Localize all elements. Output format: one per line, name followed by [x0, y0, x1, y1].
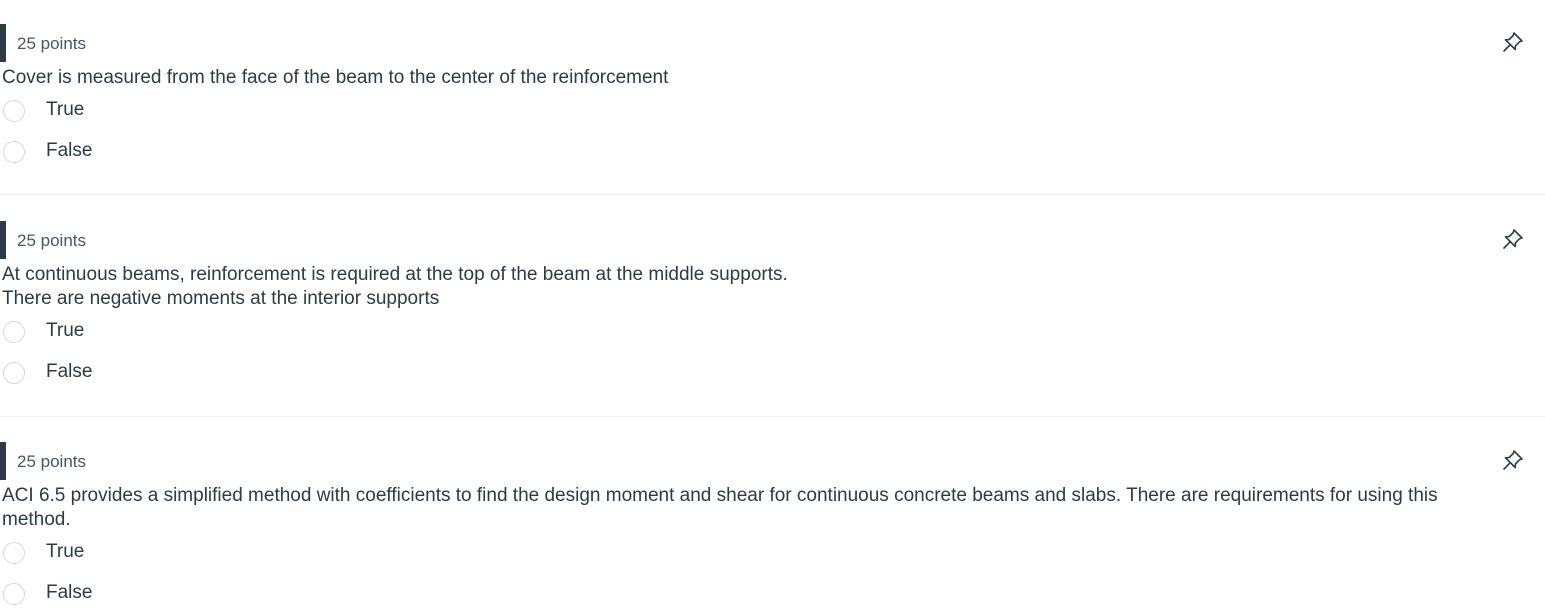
question-text: At continuous beams, reinforcement is re…	[2, 263, 1492, 311]
answer-label[interactable]: True	[46, 541, 84, 563]
answer-option-false[interactable]: False	[0, 575, 1545, 616]
answer-label[interactable]: False	[46, 361, 92, 383]
answer-list: True False	[0, 92, 1545, 174]
points-header: 25 points	[0, 221, 1545, 259]
radio-button[interactable]	[3, 583, 25, 605]
question-3: 25 points ACI 6.5 provides a simplified …	[0, 442, 1545, 616]
question-2: 25 points At continuous beams, reinforce…	[0, 221, 1545, 395]
points-label: 25 points	[17, 452, 86, 471]
question-text: ACI 6.5 provides a simplified method wit…	[2, 485, 1438, 530]
answer-label[interactable]: True	[46, 99, 84, 121]
radio-button[interactable]	[3, 362, 25, 384]
points-bar	[0, 221, 6, 259]
answer-option-false[interactable]: False	[0, 133, 1545, 174]
radio-button[interactable]	[3, 542, 25, 564]
divider	[0, 416, 1545, 417]
points-header: 25 points	[0, 442, 1545, 480]
answer-list: True False	[0, 313, 1545, 395]
answer-label[interactable]: True	[46, 320, 84, 342]
question-text-line-1: At continuous beams, reinforcement is re…	[2, 264, 788, 285]
points-bar	[0, 24, 6, 62]
pin-icon[interactable]	[1501, 227, 1525, 251]
answer-option-true[interactable]: True	[0, 92, 1545, 133]
answer-option-true[interactable]: True	[0, 534, 1545, 575]
question-text: Cover is measured from the face of the b…	[2, 67, 669, 88]
points-label: 25 points	[17, 34, 86, 53]
answer-list: True False	[0, 534, 1545, 616]
answer-label[interactable]: False	[46, 140, 92, 162]
radio-button[interactable]	[3, 141, 25, 163]
points-header: 25 points	[0, 24, 1545, 62]
radio-button[interactable]	[3, 100, 25, 122]
radio-button[interactable]	[3, 321, 25, 343]
answer-option-false[interactable]: False	[0, 354, 1545, 395]
pin-icon[interactable]	[1501, 448, 1525, 472]
points-label: 25 points	[17, 231, 86, 250]
pin-icon[interactable]	[1501, 30, 1525, 54]
answer-label[interactable]: False	[46, 582, 92, 604]
question-1: 25 points Cover is measured from the fac…	[0, 24, 1545, 174]
question-text-line-2: There are negative moments at the interi…	[2, 288, 440, 309]
answer-option-true[interactable]: True	[0, 313, 1545, 354]
points-bar	[0, 442, 6, 480]
divider	[0, 194, 1545, 195]
